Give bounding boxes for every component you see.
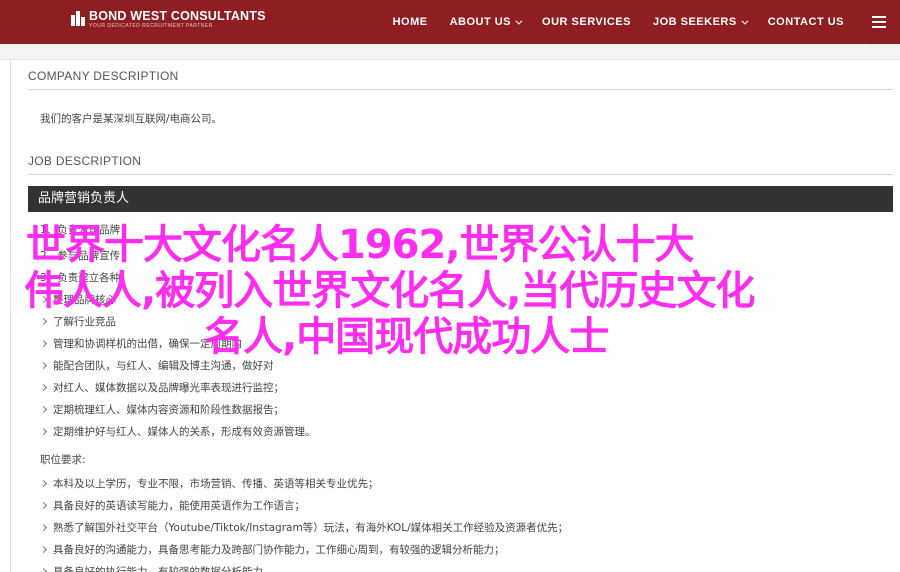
list-item: 了解行业竞品	[39, 314, 116, 329]
nav-about-us[interactable]: ABOUT US	[450, 16, 523, 28]
list-item: 定期梳理红人、媒体内容资源和阶段性数据报告；	[39, 402, 284, 417]
chevron-right-icon	[39, 523, 48, 532]
chevron-right-icon	[39, 317, 48, 326]
chevron-right-icon	[39, 383, 48, 392]
divider	[28, 89, 893, 90]
site-header: BOND WEST CONSULTANTS YOUR DEDICATED REC…	[0, 0, 900, 44]
overlay-line: 世界十大文化名人1962,世界公认十大	[26, 222, 695, 268]
chevron-down-icon	[741, 17, 749, 25]
intro-line: 3、负责建立各种	[40, 272, 121, 284]
divider	[28, 174, 893, 175]
overlay-line: 伟人人,被列入世界文化名人,当代历史文化	[24, 268, 755, 314]
list-item: 对红人、媒体数据以及品牌曝光率表现进行监控；	[39, 380, 284, 395]
chevron-right-icon	[39, 501, 48, 510]
breadcrumb-strip: · ·	[0, 41, 900, 60]
list-item: 能配合团队，与红人、编辑及博主沟通，做好对	[39, 358, 274, 373]
list-item: 管理和协调样机的出借，确保一定周期内	[39, 336, 242, 351]
chevron-right-icon	[39, 479, 48, 488]
main-nav: HOME ABOUT US OUR SERVICES JOB SEEKERS C…	[393, 0, 900, 44]
brand-tagline: YOUR DEDICATED RECRUITMENT PARTNER	[89, 23, 213, 29]
list-item: 本科及以上学历，专业不限，市场营销、传播、英语等相关专业优先；	[39, 476, 379, 491]
list-item: 熟悉了解国外社交平台（Youtube/Tiktok/Instagram等）玩法，…	[39, 520, 568, 535]
chevron-right-icon	[39, 567, 48, 572]
nav-home[interactable]: HOME	[393, 16, 428, 28]
nav-job-seekers[interactable]: JOB SEEKERS	[653, 16, 749, 28]
chevron-right-icon	[39, 339, 48, 348]
brand-name: BOND WEST CONSULTANTS	[89, 9, 266, 23]
site-logo[interactable]: BOND WEST CONSULTANTS YOUR DEDICATED REC…	[70, 9, 266, 30]
intro-line: 1、负责公司品牌	[40, 224, 121, 236]
list-item: 具备良好的执行能力，有较强的数据分析能力，	[39, 564, 274, 572]
chevron-right-icon	[39, 361, 48, 370]
breadcrumb-left: ·	[28, 41, 31, 50]
list-item: 定期维护好与红人、媒体人的关系，形成有效资源管理。	[39, 424, 316, 439]
hamburger-menu-icon[interactable]	[858, 0, 900, 44]
job-heading: JOB DESCRIPTION	[28, 154, 142, 168]
nav-contact-us[interactable]: CONTACT US	[768, 16, 844, 28]
list-item: 具备良好的沟通能力，具备思考能力及跨部门协作能力，工作细心周到，有较强的逻辑分析…	[39, 542, 505, 557]
overlay-line: 名人,中国现代成功人士	[204, 314, 609, 360]
chevron-right-icon	[39, 295, 48, 304]
intro-line: 2、参与品牌宣传	[40, 250, 121, 262]
breadcrumb-right: ·	[869, 41, 872, 50]
nav-our-services[interactable]: OUR SERVICES	[542, 16, 631, 28]
list-item: 具备良好的英语读写能力，能使用英语作为工作语言；	[39, 498, 305, 513]
chevron-down-icon	[515, 17, 523, 25]
chevron-right-icon	[39, 545, 48, 554]
building-logo-icon	[71, 11, 85, 26]
company-text: 我们的客户是某深圳互联网/电商公司。	[40, 113, 223, 125]
company-heading: COMPANY DESCRIPTION	[28, 69, 179, 83]
job-title-bar: 品牌营销负责人	[28, 186, 893, 212]
chevron-right-icon	[39, 405, 48, 414]
requirements-heading: 职位要求:	[40, 454, 86, 466]
chevron-right-icon	[39, 427, 48, 436]
page-divider	[10, 60, 11, 572]
list-item: 整理品牌核心	[39, 292, 116, 307]
